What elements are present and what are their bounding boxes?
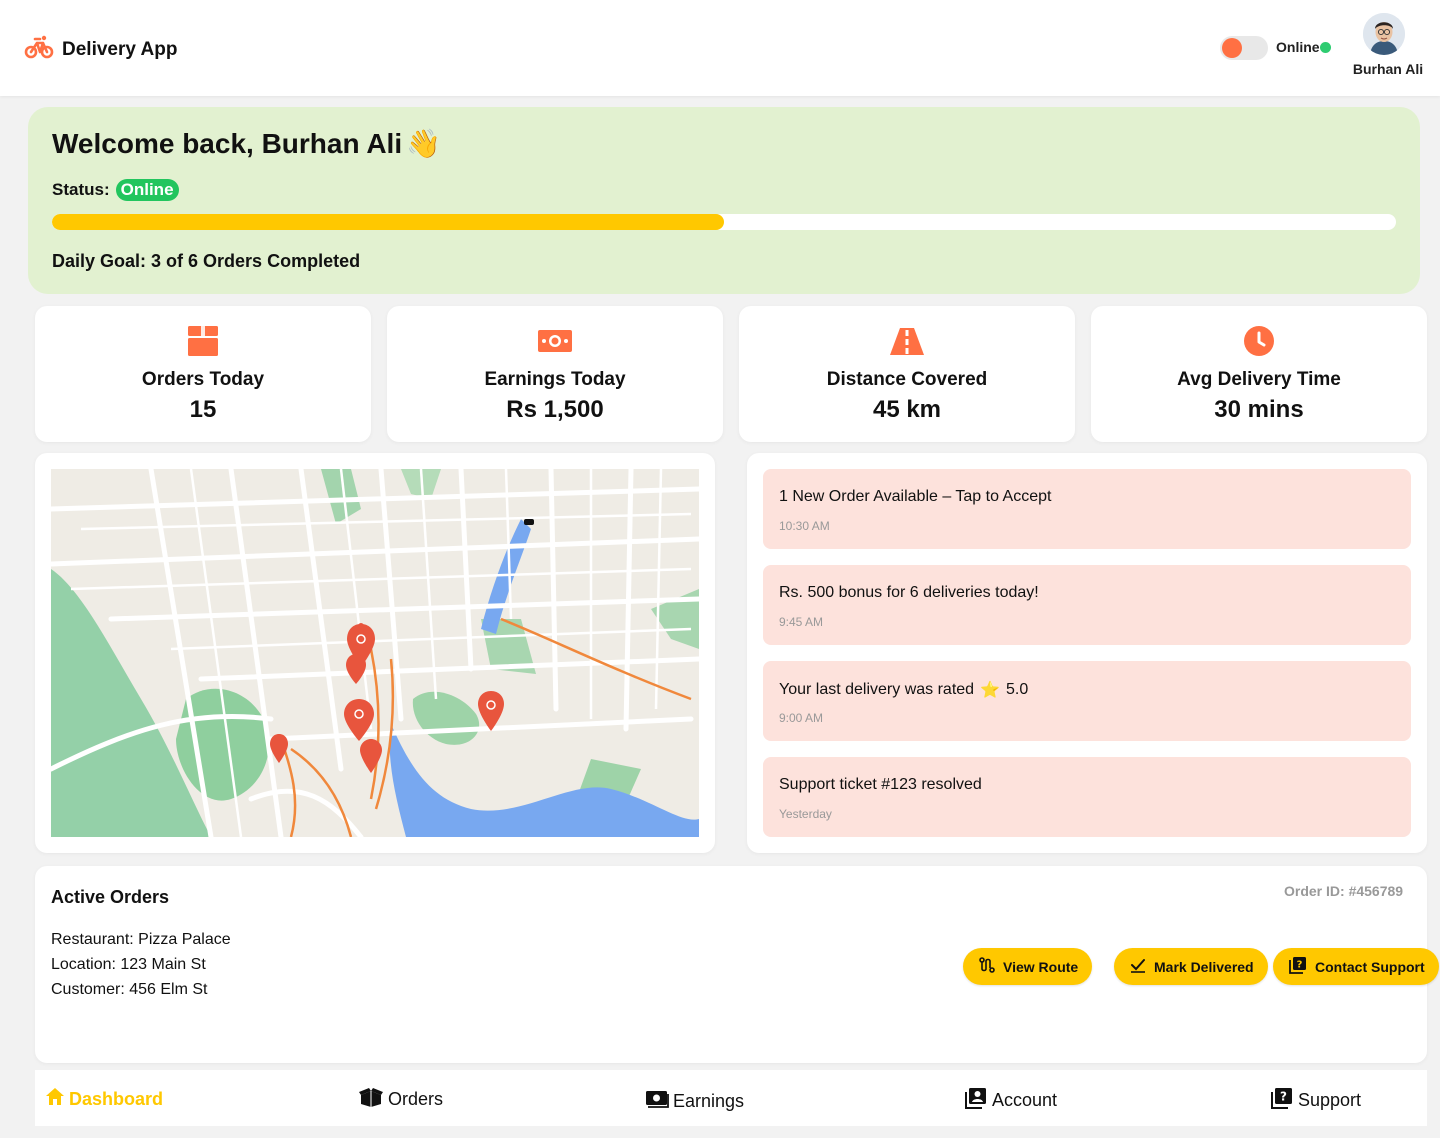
question-icon: ?	[1289, 956, 1307, 977]
notification-time: Yesterday	[779, 807, 832, 821]
stat-value: Rs 1,500	[506, 396, 604, 423]
nav-item-dashboard[interactable]: Dashboard	[45, 1087, 163, 1111]
delivery-map[interactable]	[51, 469, 699, 837]
app-logo[interactable]: Delivery App	[24, 34, 177, 65]
order-id: Order ID: #456789	[1284, 883, 1404, 899]
notification-time: 9:00 AM	[779, 711, 824, 725]
mark-delivered-button[interactable]: Mark Delivered	[1114, 948, 1268, 985]
rating-value: 5.0	[1005, 681, 1029, 698]
status-row: Status: Online	[52, 179, 179, 201]
notification-time: 9:45 AM	[779, 615, 824, 629]
box-icon	[185, 324, 221, 358]
notification-title: Support ticket #123 resolved	[779, 776, 982, 793]
contact-support-button[interactable]: ? Contact Support	[1273, 948, 1439, 985]
road-icon	[889, 324, 925, 358]
contact-support-label: Contact Support	[1315, 958, 1425, 975]
notification-title: Rs. 500 bonus for 6 deliveries today!	[779, 584, 1039, 601]
welcome-title: Welcome back, Burhan Ali 👋	[52, 127, 441, 160]
notification-item[interactable]: Rs. 500 bonus for 6 deliveries today! 9:…	[763, 565, 1411, 645]
money-bill-icon	[645, 1089, 669, 1114]
home-icon	[45, 1087, 65, 1111]
toggle-knob	[1222, 38, 1242, 58]
nav-label: Dashboard	[69, 1088, 164, 1109]
bike-icon	[24, 34, 54, 65]
app-title: Delivery App	[62, 38, 178, 60]
bottom-navigation: Dashboard Orders Earnings Account ? Supp…	[35, 1070, 1427, 1126]
notification-text: Your last delivery was rated	[779, 681, 975, 698]
active-orders-title: Active Orders	[51, 887, 170, 907]
order-restaurant: Restaurant: Pizza Palace	[51, 931, 231, 948]
waving-hand-icon: 👋	[406, 128, 441, 159]
nav-label: Orders	[388, 1089, 444, 1109]
question-icon: ?	[1270, 1087, 1294, 1114]
box-open-icon	[358, 1087, 384, 1112]
stat-value: 45 km	[872, 396, 942, 423]
notification-item[interactable]: Your last delivery was rated ⭐ 5.0 9:00 …	[763, 661, 1411, 741]
svg-text:?: ?	[1297, 960, 1303, 971]
status-label: Status:	[52, 180, 110, 199]
nav-label: Earnings	[673, 1091, 745, 1111]
view-route-button[interactable]: View Route	[963, 948, 1093, 985]
notification-title: 1 New Order Available – Tap to Accept	[779, 488, 1052, 505]
nav-item-support[interactable]: ? Support	[1270, 1087, 1361, 1114]
notifications-card: 1 New Order Available – Tap to Accept 10…	[747, 453, 1427, 853]
active-orders-card: Active Orders Order ID: #456789 Restaura…	[35, 866, 1439, 1063]
money-icon	[537, 324, 573, 358]
welcome-banner: Welcome back, Burhan Ali 👋 Status: Onlin…	[28, 107, 1420, 294]
user-name: Burhan Ali	[1352, 61, 1424, 77]
nav-label: Support	[1298, 1090, 1362, 1110]
notification-item[interactable]: 1 New Order Available – Tap to Accept 10…	[763, 469, 1411, 549]
stat-value: 15	[189, 396, 217, 423]
stat-label: Orders Today	[141, 369, 265, 390]
star-icon: ⭐	[980, 682, 1000, 699]
nav-item-earnings[interactable]: Earnings	[645, 1089, 744, 1114]
order-customer: Customer: 456 Elm St	[51, 981, 208, 998]
mark-delivered-label: Mark Delivered	[1154, 958, 1254, 975]
stat-label: Distance Covered	[826, 369, 988, 390]
stat-label: Earnings Today	[484, 369, 626, 390]
stat-card-orders[interactable]: Orders Today 15	[35, 306, 371, 442]
stat-card-distance[interactable]: Distance Covered 45 km	[739, 306, 1075, 442]
map-card	[35, 453, 715, 853]
top-header: Delivery App Online Burhan Ali	[0, 0, 1440, 96]
stat-card-avg-time[interactable]: Avg Delivery Time 30 mins	[1091, 306, 1427, 442]
online-label: Online	[1276, 39, 1320, 55]
status-badge: Online	[115, 179, 179, 201]
nav-item-account[interactable]: Account	[964, 1087, 1057, 1114]
daily-goal-text: Daily Goal: 3 of 6 Orders Completed	[52, 251, 361, 271]
nav-item-orders[interactable]: Orders	[358, 1087, 443, 1112]
notification-title: Your last delivery was rated ⭐ 5.0	[779, 680, 1028, 700]
online-toggle[interactable]	[1220, 36, 1268, 60]
online-status-dot	[1320, 42, 1331, 53]
order-location: Location: 123 Main St	[51, 956, 206, 973]
view-route-label: View Route	[1003, 958, 1079, 975]
progress-fill	[52, 214, 724, 230]
clock-icon	[1241, 324, 1277, 358]
check-icon	[1130, 957, 1146, 976]
route-icon	[979, 957, 995, 976]
welcome-text: Welcome back, Burhan Ali	[52, 127, 403, 159]
account-icon	[964, 1087, 988, 1114]
nav-label: Account	[992, 1090, 1058, 1110]
stat-card-earnings[interactable]: Earnings Today Rs 1,500	[387, 306, 723, 442]
stat-value: 30 mins	[1214, 396, 1304, 423]
stat-label: Avg Delivery Time	[1177, 369, 1341, 390]
notification-item[interactable]: Support ticket #123 resolved Yesterday	[763, 757, 1411, 837]
avatar[interactable]	[1363, 13, 1405, 55]
daily-goal-progress	[52, 214, 1396, 230]
svg-text:?: ?	[1280, 1090, 1287, 1104]
notification-time: 10:30 AM	[779, 519, 830, 533]
